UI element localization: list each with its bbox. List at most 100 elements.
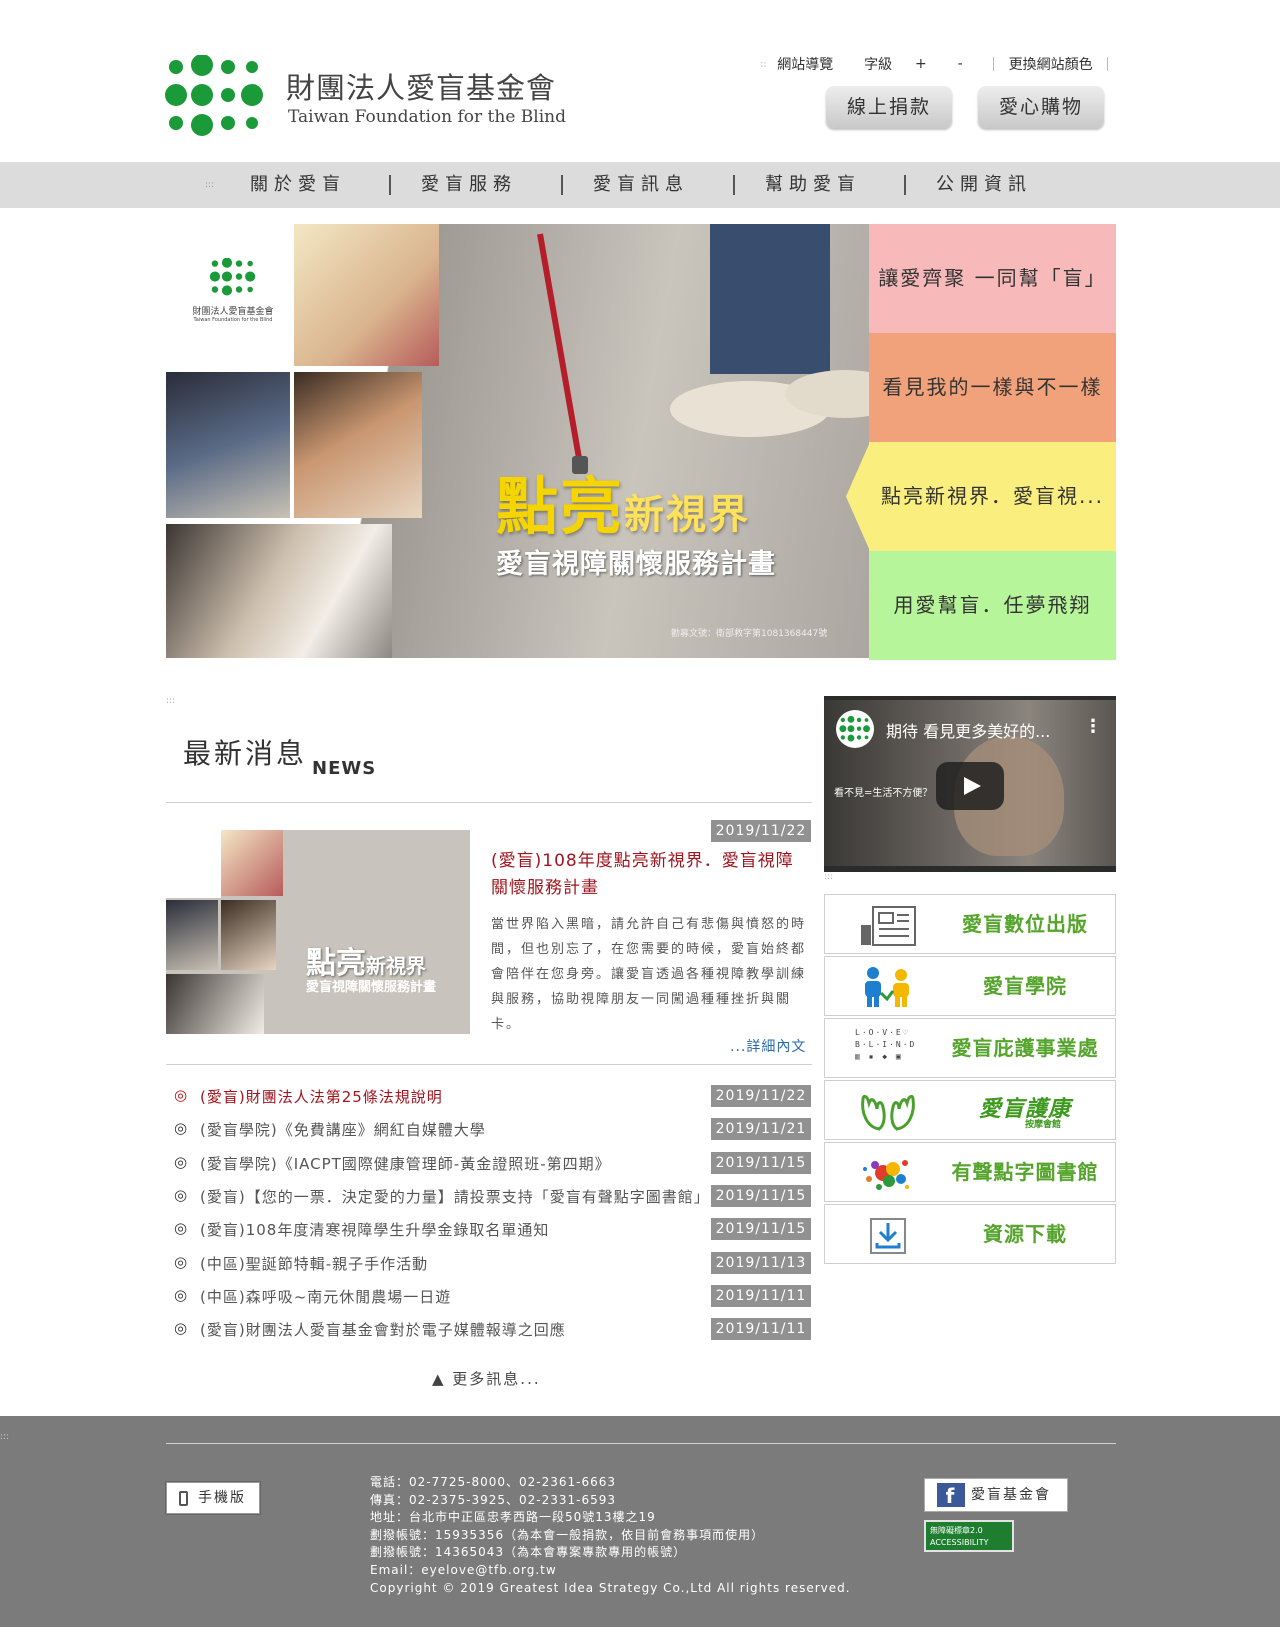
nav-item-public-info[interactable]: 公開資訊: [936, 162, 1032, 208]
download-icon: [870, 1218, 906, 1254]
banner-subline: 愛盲視障關懷服務計畫: [496, 549, 776, 580]
side-link-digital-publishing[interactable]: 愛盲數位出版: [824, 894, 1116, 954]
banner-tab-4[interactable]: 用愛幫盲．任夢飛翔: [869, 551, 1116, 660]
video-title[interactable]: 期待 看見更多美好的...: [886, 718, 1050, 742]
logo-title-en: Taiwan Foundation for the Blind: [288, 107, 567, 127]
bullet-icon: ◎: [174, 1186, 188, 1204]
more-news-link[interactable]: ▲ 更多訊息...: [432, 1368, 541, 1389]
phone-icon: [179, 1490, 188, 1506]
banner-headline-big: 點亮: [496, 470, 625, 543]
banner-logo-en: Taiwan Foundation for the Blind: [193, 317, 273, 323]
side-link-massage[interactable]: 愛盲護康 按摩會館: [824, 1080, 1116, 1140]
love-blind-icon-line: B·L·I·N·D: [855, 1040, 917, 1049]
site-logo[interactable]: 財團法人愛盲基金會 Taiwan Foundation for the Blin…: [164, 55, 566, 140]
active-tab-arrow: [846, 442, 870, 551]
news-item-date: 2019/11/15: [711, 1218, 811, 1240]
bullet-icon: ◎: [174, 1119, 188, 1137]
publication-icon: [861, 906, 916, 946]
news-section-subtitle: NEWS: [312, 758, 377, 779]
facebook-icon: f: [937, 1483, 965, 1508]
divider: [166, 802, 812, 803]
news-item-title[interactable]: (中區)森呼吸~南元休閒農場一日遊: [200, 1286, 710, 1307]
nav-item-news[interactable]: 愛盲訊息: [593, 162, 689, 208]
font-decrease-button[interactable]: -: [958, 56, 963, 72]
side-link-label: 愛盲護康: [978, 1097, 1071, 1122]
side-link-label: 愛盲庇護事業處: [951, 1036, 1099, 1060]
news-list-item[interactable]: ◎ (愛盲學院)《免費講座》網紅自媒體大學 2019/11/21: [174, 1117, 811, 1141]
side-link-academy[interactable]: 愛盲學院: [824, 956, 1116, 1016]
banner-photo-eyecheck: [166, 524, 392, 658]
news-section-title: 最新消息: [183, 737, 308, 770]
news-item-date: 2019/11/22: [711, 1085, 811, 1107]
featured-more-link[interactable]: ...詳細內文: [730, 1036, 806, 1056]
side-link-sheltered-business[interactable]: L·O·V·E♡ B·L·I·N·D ▥ ▪ ◆ ▣ 愛盲庇護事業處: [824, 1018, 1116, 1078]
news-item-title[interactable]: (愛盲學院)《IACPT國際健康管理師-黃金證照班-第四期》: [200, 1153, 710, 1174]
nav-divider: [561, 175, 563, 195]
fontsize-label: 字級: [864, 57, 893, 73]
font-increase-button[interactable]: +: [915, 56, 927, 72]
nav-item-services[interactable]: 愛盲服務: [421, 162, 517, 208]
featured-image-photo: [221, 830, 283, 896]
contact-postal-account-1: 劃撥帳號：15935356（為本會一般捐款，依目前會務事項而使用）: [370, 1527, 765, 1542]
side-link-audio-library[interactable]: 有聲點字圖書館: [824, 1142, 1116, 1202]
side-link-downloads[interactable]: 資源下載: [824, 1204, 1116, 1264]
divider: [166, 1443, 1116, 1444]
news-list-item[interactable]: ◎ (中區)聖誕節特輯-親子手作活動 2019/11/13: [174, 1251, 811, 1275]
banner-permit-text: 勸募文號：衛部救字第1081368447號: [671, 629, 828, 639]
video-menu-icon[interactable]: ⋮: [1084, 716, 1102, 737]
facebook-label: 愛盲基金會: [971, 1487, 1051, 1503]
dots-separator: ::: [760, 58, 767, 70]
side-link-label: 愛盲數位出版: [962, 912, 1088, 936]
news-list-item[interactable]: ◎ (愛盲)財團法人愛盲基金會對於電子媒體報導之回應 2019/11/11: [174, 1317, 811, 1341]
featured-image-photo: [166, 974, 264, 1034]
logo-dots-icon: [839, 715, 870, 742]
channel-avatar[interactable]: [836, 710, 874, 748]
logo-dots-icon: [209, 257, 256, 296]
youtube-video-embed[interactable]: 期待 看見更多美好的... ⋮ 看不見=生活不方便？: [824, 696, 1116, 872]
news-list-item[interactable]: ◎ (愛盲)108年度清寒視障學生升學金錄取名單通知 2019/11/15: [174, 1217, 811, 1241]
news-list-item[interactable]: ◎ (愛盲)財團法人法第25條法規說明 2019/11/22: [174, 1084, 811, 1108]
nav-item-about[interactable]: 關於愛盲: [250, 162, 346, 208]
featured-title-link[interactable]: (愛盲)108年度點亮新視界．愛盲視障關懷服務計畫: [491, 848, 811, 902]
bullet-icon: ◎: [174, 1253, 188, 1271]
news-list-item[interactable]: ◎ (愛盲)【您的一票．決定愛的力量】請投票支持「愛盲有聲點字圖書館」 2019/1…: [174, 1184, 811, 1208]
facebook-link[interactable]: f 愛盲基金會: [924, 1478, 1068, 1512]
love-blind-icon-line: ▥ ▪ ◆ ▣: [855, 1052, 903, 1061]
news-item-title[interactable]: (愛盲)財團法人法第25條法規說明: [200, 1086, 710, 1107]
news-item-title[interactable]: (愛盲)財團法人愛盲基金會對於電子媒體報導之回應: [200, 1319, 710, 1340]
news-list-item[interactable]: ◎ (愛盲學院)《IACPT國際健康管理師-黃金證照班-第四期》 2019/11/1…: [174, 1151, 811, 1175]
news-item-title[interactable]: (愛盲)【您的一票．決定愛的力量】請投票支持「愛盲有聲點字圖書館」: [200, 1186, 710, 1207]
contact-email[interactable]: Email：eyelove@tfb.org.tw: [370, 1562, 851, 1580]
news-item-title[interactable]: (中區)聖誕節特輯-親子手作活動: [200, 1253, 710, 1274]
featured-image[interactable]: 點亮新視界 愛盲視障關懷服務計畫: [166, 830, 470, 1034]
play-button[interactable]: [936, 762, 1004, 810]
nav-item-help[interactable]: 幫助愛盲: [765, 162, 861, 208]
accessibility-badge[interactable]: 無障礙標章2.0 ACCESSIBILITY: [924, 1520, 1014, 1552]
mobile-version-button[interactable]: 手機版: [166, 1482, 260, 1514]
news-item-date: 2019/11/13: [711, 1252, 811, 1274]
news-item-title[interactable]: (愛盲學院)《免費講座》網紅自媒體大學: [200, 1119, 710, 1140]
logo-dots-icon: [165, 55, 263, 136]
logo-title-cn: 財團法人愛盲基金會: [286, 71, 557, 105]
bullet-icon: ◎: [174, 1219, 188, 1237]
people-icon: [865, 967, 909, 1007]
donate-button[interactable]: 線上捐款: [826, 86, 952, 128]
sitemap-link[interactable]: 網站導覽: [777, 54, 833, 74]
featured-image-photo: [221, 900, 276, 970]
love-blind-icon: L·O·V·E♡ B·L·I·N·D ▥ ▪ ◆ ▣: [855, 1027, 921, 1071]
banner-logo-cn: 財團法人愛盲基金會: [192, 307, 274, 317]
news-item-title[interactable]: (愛盲)108年度清寒視障學生升學金錄取名單通知: [200, 1219, 710, 1240]
banner-photo-device: [166, 372, 290, 518]
accessibility-badge-label: 無障礙標章2.0: [930, 1526, 983, 1535]
shop-button[interactable]: 愛心購物: [978, 86, 1104, 128]
bullet-icon: ◎: [174, 1153, 188, 1171]
news-item-date: 2019/11/15: [711, 1185, 811, 1207]
change-color-link[interactable]: 更換網站顏色: [1009, 54, 1093, 74]
news-list-item[interactable]: ◎ (中區)森呼吸~南元休閒農場一日遊 2019/11/11: [174, 1284, 811, 1308]
featured-image-headline-small: 新視界: [366, 954, 426, 978]
banner-tab-2[interactable]: 看見我的一樣與不一樣: [869, 333, 1116, 442]
banner-tab-1[interactable]: 讓愛齊聚 一同幫「盲」: [869, 224, 1116, 333]
nav-divider: [904, 175, 906, 195]
banner-tab-3-active[interactable]: 點亮新視界．愛盲視...: [869, 442, 1116, 551]
side-link-label: 資源下載: [983, 1222, 1067, 1246]
